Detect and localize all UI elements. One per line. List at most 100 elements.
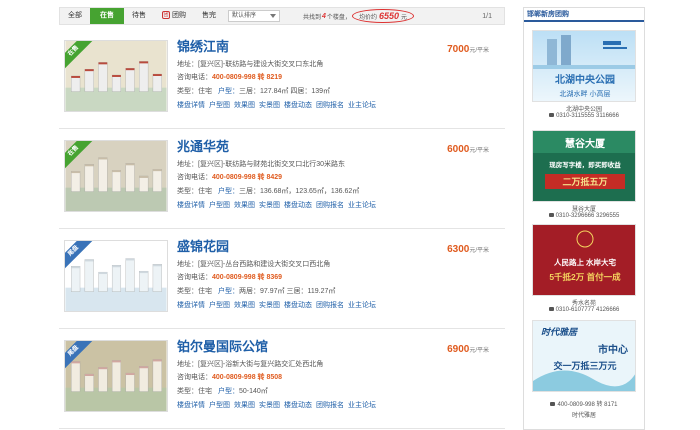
phone-number: 400-0809-998 转 8219 bbox=[212, 74, 283, 81]
sidebar: 邯郸新房团购 北湖中央公园 北湖水畔 小高层 北湖中央公园 0310-31155… bbox=[523, 7, 645, 430]
price-value: 6300 bbox=[447, 244, 470, 255]
listing-link[interactable]: 效果图 bbox=[234, 402, 255, 409]
listing-link[interactable]: 业主论坛 bbox=[348, 402, 376, 409]
listing-title[interactable]: 盛锦花园 bbox=[177, 236, 229, 255]
phone-icon bbox=[550, 402, 556, 407]
ad-banner[interactable]: 时代雅居 市中心 交一万抵三万元 bbox=[532, 320, 636, 392]
listing-title[interactable]: 兆通华苑 bbox=[177, 136, 229, 155]
listing-link[interactable]: 团购报名 bbox=[316, 402, 344, 409]
filter-bar: 全部 在售 待售 团团购 售完 默认排序 共找到 4 个楼盘， 均价约 6550… bbox=[59, 7, 505, 25]
address-label: 地址： bbox=[177, 61, 198, 68]
average-label: 均价约 bbox=[358, 14, 377, 21]
listing-link[interactable]: 楼盘动态 bbox=[284, 202, 312, 209]
listing-link[interactable]: 户型图 bbox=[209, 102, 230, 109]
listing-row: 在售 锦绣江南 7000元/平米 地址：[复兴区]-联纺路与建设大街交叉口东北角… bbox=[59, 32, 505, 129]
listing-phone: 咨询电话：400-0809-998 转 8369 bbox=[177, 272, 282, 282]
tab-group-buy-label: 团购 bbox=[172, 12, 186, 19]
listing-link[interactable]: 效果图 bbox=[234, 102, 255, 109]
listing-link[interactable]: 团购报名 bbox=[316, 202, 344, 209]
listing-link[interactable]: 实景图 bbox=[259, 102, 280, 109]
type-value: 住宅 bbox=[198, 88, 212, 95]
tab-sold-out[interactable]: 售完 bbox=[194, 8, 224, 24]
ad-tagline: 现房写字楼，即买即收益 bbox=[549, 160, 621, 169]
listing-link[interactable]: 楼盘动态 bbox=[284, 402, 312, 409]
ad-headline: 人民路上 水岸大宅 bbox=[554, 257, 617, 267]
address-label: 地址： bbox=[177, 361, 198, 368]
listing-link[interactable]: 团购报名 bbox=[316, 102, 344, 109]
listing-row: 尾盘 铂尔曼国际公馆 6900元/平米 地址：[复兴区]-浴新大街与复兴路交汇处… bbox=[59, 332, 505, 429]
listing-thumbnail[interactable]: 尾盘 bbox=[64, 340, 168, 412]
listing-link[interactable]: 户型图 bbox=[209, 302, 230, 309]
listing-price: 6900元/平米 bbox=[447, 344, 489, 355]
listing-link[interactable]: 楼盘详情 bbox=[177, 202, 205, 209]
listing-link[interactable]: 实景图 bbox=[259, 302, 280, 309]
listing-thumbnail[interactable]: 尾盘 bbox=[64, 240, 168, 312]
listing-link[interactable]: 效果图 bbox=[234, 202, 255, 209]
ad-phone-number: 400-0809-998 转 8171 bbox=[557, 402, 618, 408]
tab-upcoming[interactable]: 待售 bbox=[124, 8, 154, 24]
summary-middle: 个楼盘， bbox=[326, 14, 351, 21]
price-unit: 元/平米 bbox=[469, 48, 489, 54]
price-value: 6900 bbox=[447, 344, 470, 355]
address-label: 地址： bbox=[177, 161, 198, 168]
result-summary: 共找到 4 个楼盘， 均价约 6550 元 bbox=[303, 9, 414, 23]
type-value: 住宅 bbox=[198, 188, 212, 195]
pager: 1/1 bbox=[482, 12, 492, 20]
ad-banner[interactable]: 人民路上 水岸大宅 5千抵2万 首付一成 bbox=[532, 224, 636, 296]
ad-phone: 400-0809-998 转 8171 bbox=[524, 399, 644, 408]
phone-number: 400-0809-998 转 8508 bbox=[212, 374, 283, 381]
tab-on-sale[interactable]: 在售 bbox=[90, 8, 124, 24]
layout-value: 两居：97.97㎡ 三居：119.27㎡ bbox=[239, 288, 336, 295]
listing-links: 楼盘详情 户型图 效果图 实景图 楼盘动态 团购报名 业主论坛 bbox=[177, 100, 380, 110]
listing-link[interactable]: 户型图 bbox=[209, 402, 230, 409]
layout-label: 户型： bbox=[218, 388, 239, 395]
listing-link[interactable]: 楼盘动态 bbox=[284, 102, 312, 109]
listing-thumbnail[interactable]: 在售 bbox=[64, 140, 168, 212]
chevron-down-icon bbox=[270, 14, 276, 18]
listing-type: 类型：住宅 户型：50-140㎡ bbox=[177, 386, 268, 396]
listing-phone: 咨询电话：400-0809-998 转 8219 bbox=[177, 72, 282, 82]
listing-link[interactable]: 楼盘详情 bbox=[177, 102, 205, 109]
listing-link[interactable]: 楼盘动态 bbox=[284, 302, 312, 309]
phone-label: 咨询电话： bbox=[177, 174, 212, 181]
tab-group-buy[interactable]: 团团购 bbox=[154, 8, 194, 24]
phone-label: 咨询电话： bbox=[177, 74, 212, 81]
listing-link[interactable]: 效果图 bbox=[234, 302, 255, 309]
price-value: 7000 bbox=[447, 44, 470, 55]
listing-title[interactable]: 锦绣江南 bbox=[177, 36, 229, 55]
listing-link[interactable]: 业主论坛 bbox=[348, 302, 376, 309]
ad-phone-number: 0310-3296666 3296555 bbox=[555, 213, 620, 219]
average-price-highlight: 均价约 6550 元 bbox=[351, 9, 414, 23]
listing-address: 地址：[复兴区]-联纺路与建设大街交叉口东北角 bbox=[177, 59, 323, 69]
listing-price: 6000元/平米 bbox=[447, 144, 489, 155]
sort-select[interactable]: 默认排序 bbox=[228, 10, 280, 22]
listing-thumbnail[interactable]: 在售 bbox=[64, 40, 168, 112]
phone-icon bbox=[548, 307, 554, 312]
ad-headline: 时代雅居 bbox=[541, 327, 578, 337]
tab-all[interactable]: 全部 bbox=[60, 8, 90, 24]
phone-number: 400-0809-998 转 8369 bbox=[212, 274, 283, 281]
ad-banner[interactable]: 北湖中央公园 北湖水畔 小高层 bbox=[532, 30, 636, 102]
type-label: 类型： bbox=[177, 188, 198, 195]
ad-project-name: 时代雅居 bbox=[571, 413, 596, 419]
listing-link[interactable]: 楼盘详情 bbox=[177, 302, 205, 309]
listing-link[interactable]: 业主论坛 bbox=[348, 102, 376, 109]
listing-link[interactable]: 实景图 bbox=[259, 402, 280, 409]
layout-label: 户型： bbox=[218, 288, 239, 295]
listing-link[interactable]: 实景图 bbox=[259, 202, 280, 209]
ad-project-name: 慧谷大厦 bbox=[571, 207, 596, 213]
listing-link[interactable]: 团购报名 bbox=[316, 302, 344, 309]
type-value: 住宅 bbox=[198, 288, 212, 295]
listing-link[interactable]: 楼盘详情 bbox=[177, 402, 205, 409]
ad-project-name: 北湖中央公园 bbox=[565, 107, 602, 113]
ad-headline: 慧谷大厦 bbox=[565, 137, 606, 150]
price-value: 6000 bbox=[447, 144, 470, 155]
ad-banner[interactable]: 慧谷大厦 现房写字楼，即买即收益 二万抵五万 bbox=[532, 130, 636, 202]
listing-price: 6300元/平米 bbox=[447, 244, 489, 255]
listing-link[interactable]: 业主论坛 bbox=[348, 202, 376, 209]
listing-title[interactable]: 铂尔曼国际公馆 bbox=[177, 336, 268, 355]
listing-links: 楼盘详情 户型图 效果图 实景图 楼盘动态 团购报名 业主论坛 bbox=[177, 400, 380, 410]
result-count: 4 bbox=[322, 12, 326, 20]
listing-link[interactable]: 户型图 bbox=[209, 202, 230, 209]
ad-image: 慧谷大厦 现房写字楼，即买即收益 二万抵五万 bbox=[533, 131, 635, 201]
